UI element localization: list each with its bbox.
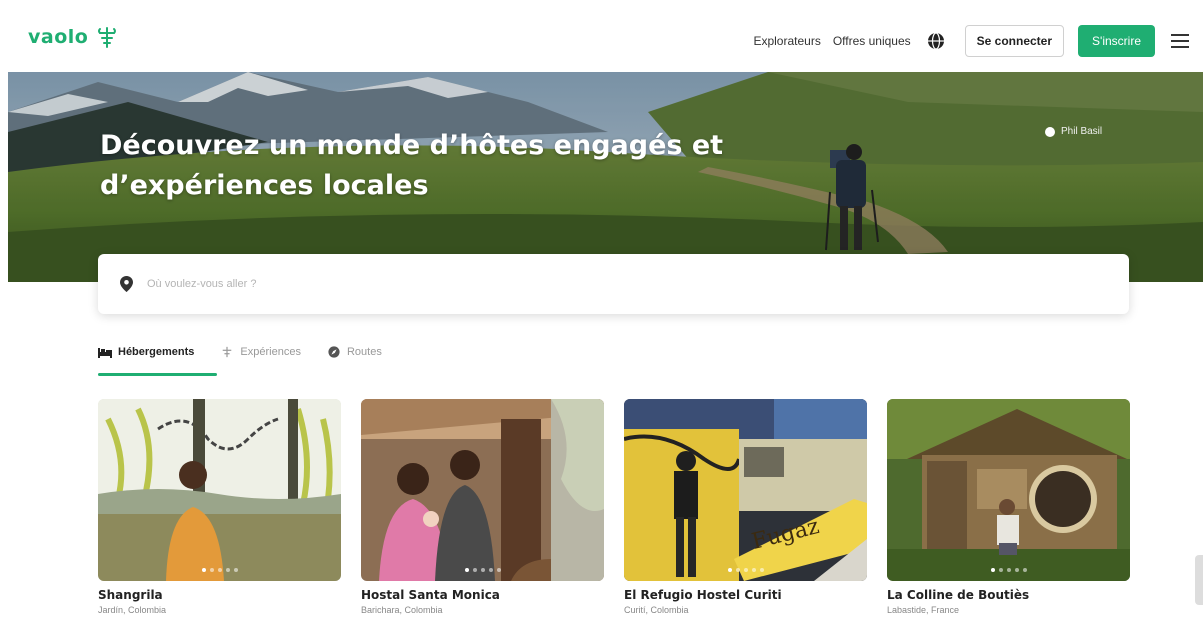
login-button[interactable]: Se connecter: [964, 25, 1065, 57]
logo[interactable]: vaolo: [28, 26, 118, 48]
listing-photo-image: [361, 399, 604, 581]
signup-button[interactable]: S'inscrire: [1078, 25, 1155, 57]
carousel-dots[interactable]: [98, 568, 341, 572]
listing-photo[interactable]: [887, 399, 1130, 581]
category-tabs: Hébergements Expériences Routes: [98, 340, 408, 364]
listing-location: Curití, Colombia: [624, 605, 689, 615]
listing-title[interactable]: La Colline de Boutiès: [887, 588, 1130, 602]
search-input[interactable]: [147, 278, 747, 290]
listing-photo[interactable]: [98, 399, 341, 581]
seedling-icon: [223, 346, 232, 358]
top-nav: Explorateurs Offres uniques Se connecter…: [753, 25, 1189, 57]
search-bar[interactable]: [98, 254, 1129, 314]
tab-accommodations[interactable]: Hébergements: [98, 340, 194, 364]
listing-card[interactable]: Fugaz El Refugio Hostel Curiti Curití, C…: [624, 399, 867, 615]
carousel-dots[interactable]: [361, 568, 604, 572]
listing-location: Jardín, Colombia: [98, 605, 167, 615]
carousel-dots[interactable]: [887, 568, 1130, 572]
listing-card[interactable]: Shangrila Jardín, Colombia: [98, 399, 341, 615]
info-dot-icon: [1045, 126, 1055, 137]
photo-credit[interactable]: Phil Basil: [1045, 126, 1102, 137]
tab-label: Routes: [346, 346, 382, 358]
listing-title[interactable]: El Refugio Hostel Curiti: [624, 588, 867, 602]
nav-link-explorers[interactable]: Explorateurs: [753, 34, 820, 48]
side-tab[interactable]: [1195, 555, 1203, 605]
map-pin-icon: [120, 276, 133, 292]
listing-cards: Shangrila Jardín, Colombia Hostal Santa …: [98, 399, 1133, 617]
listing-location: Barichara, Colombia: [361, 605, 443, 615]
nav-link-unique-offers[interactable]: Offres uniques: [833, 34, 911, 48]
hero-title: Découvrez un monde d’hôtes engagés et d’…: [100, 130, 724, 201]
active-tab-indicator: [98, 373, 217, 376]
listing-photo[interactable]: Fugaz: [624, 399, 867, 581]
globe-icon[interactable]: [927, 32, 945, 50]
hamburger-icon[interactable]: [1171, 34, 1189, 48]
seedling-icon: [98, 27, 117, 48]
bed-icon: [98, 348, 112, 358]
listing-card[interactable]: Hostal Santa Monica Barichara, Colombia: [361, 399, 604, 615]
tab-routes[interactable]: Routes: [327, 340, 382, 364]
listing-location: Labastide, France: [887, 605, 960, 615]
tab-label: Expériences: [240, 346, 301, 358]
logo-text: vaolo: [28, 26, 89, 48]
listing-photo[interactable]: [361, 399, 604, 581]
listing-title[interactable]: Hostal Santa Monica: [361, 588, 604, 602]
top-header: vaolo Explorateurs Offres uniques Se con…: [0, 0, 1203, 72]
carousel-dots[interactable]: [624, 568, 867, 572]
listing-title[interactable]: Shangrila: [98, 588, 341, 602]
listing-photo-image: [887, 399, 1130, 581]
tab-label: Hébergements: [118, 346, 195, 358]
listing-card[interactable]: La Colline de Boutiès Labastide, France: [887, 399, 1130, 615]
compass-icon: [328, 346, 340, 358]
listing-photo-image: [98, 399, 341, 581]
tab-experiences[interactable]: Expériences: [220, 340, 301, 364]
photo-credit-text: Phil Basil: [1061, 126, 1103, 137]
listing-photo-image: Fugaz: [624, 399, 867, 581]
